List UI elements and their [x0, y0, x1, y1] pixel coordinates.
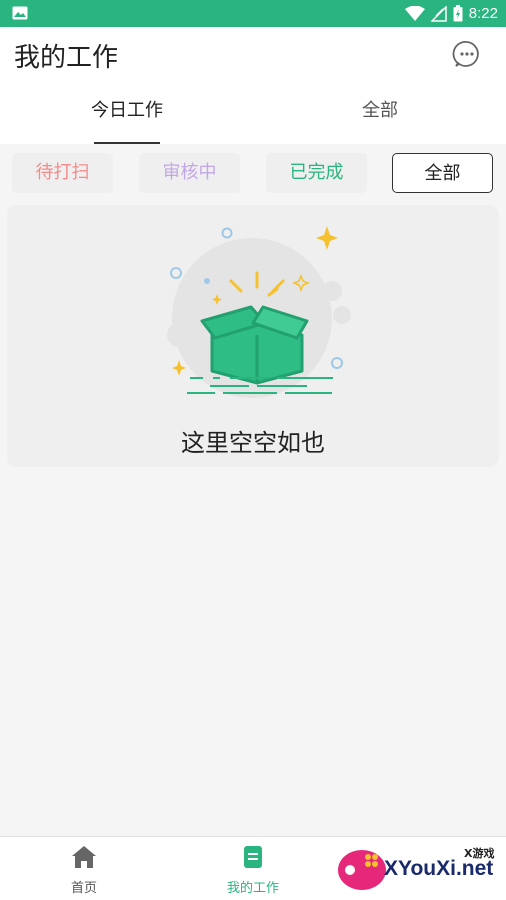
- status-bar: 8:22: [0, 0, 506, 27]
- empty-state-card: 这里空空如也: [7, 205, 499, 467]
- nav-home[interactable]: 首页: [24, 845, 144, 896]
- nav-my-work[interactable]: 我的工作: [193, 845, 313, 896]
- filter-pending-cleaning[interactable]: 待打扫: [12, 153, 113, 193]
- page-title: 我的工作: [14, 43, 119, 73]
- filter-all[interactable]: 全部: [392, 153, 493, 193]
- wifi-icon: [404, 5, 425, 21]
- work-tabs: 今日工作 全部: [0, 91, 506, 144]
- signal-icon: [430, 5, 447, 22]
- nav-home-label: 首页: [70, 881, 97, 896]
- watermark: X游戏 XYouXi.net: [336, 843, 502, 895]
- nav-my-work-label: 我的工作: [226, 881, 279, 896]
- status-filter-row: 待打扫 审核中 已完成 全部: [0, 153, 506, 193]
- app-header: 我的工作 今日工作 全部: [0, 27, 506, 144]
- gallery-notification-icon: [12, 6, 28, 20]
- empty-state-message: 这里空空如也: [181, 429, 325, 457]
- filter-under-review[interactable]: 审核中: [139, 153, 240, 193]
- tab-all-work[interactable]: 全部: [280, 91, 480, 144]
- watermark-site-text: XYouXi.net: [384, 857, 494, 880]
- filter-completed[interactable]: 已完成: [266, 153, 367, 193]
- empty-box-illustration: [167, 226, 351, 398]
- battery-icon: [453, 5, 463, 22]
- active-tab-indicator: [94, 142, 160, 144]
- document-icon: [244, 846, 262, 868]
- chat-bubble-icon[interactable]: [452, 39, 482, 69]
- tab-today-work[interactable]: 今日工作: [27, 91, 227, 144]
- status-time: 8:22: [468, 5, 498, 22]
- home-icon: [72, 846, 96, 868]
